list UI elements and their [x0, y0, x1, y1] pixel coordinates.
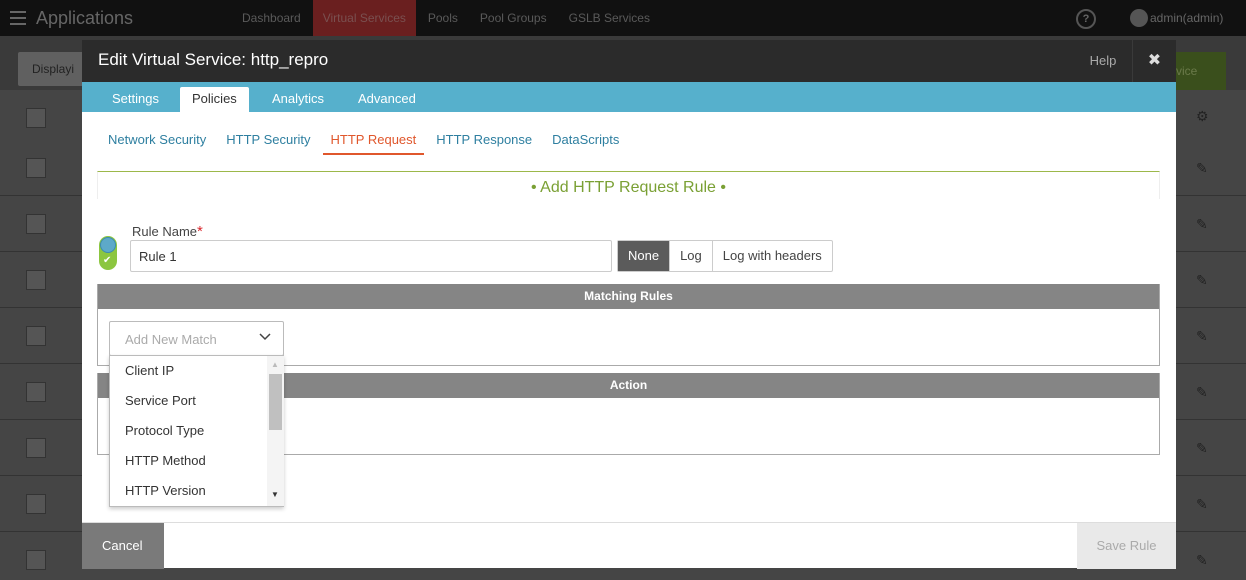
user-icon[interactable]: [1130, 9, 1148, 27]
subtab-http-response[interactable]: HTTP Response: [436, 132, 532, 155]
match-option-http-method[interactable]: HTTP Method: [110, 446, 283, 476]
tab-analytics[interactable]: Analytics: [260, 87, 336, 112]
nav-tab-dashboard[interactable]: Dashboard: [232, 0, 311, 36]
scrollbar-thumb[interactable]: [269, 374, 282, 430]
select-all-checkbox[interactable]: [26, 108, 46, 128]
row-checkbox[interactable]: [26, 270, 46, 290]
save-rule-button[interactable]: Save Rule: [1077, 523, 1176, 569]
rule-name-input[interactable]: [130, 240, 612, 272]
dropdown-scrollbar[interactable]: ▲ ▼: [267, 356, 284, 506]
subtab-http-request[interactable]: HTTP Request: [322, 132, 425, 155]
pencil-icon[interactable]: ✎: [1196, 384, 1208, 401]
subtab-http-security[interactable]: HTTP Security: [226, 132, 310, 155]
user-name[interactable]: admin(admin): [1150, 11, 1223, 25]
row-checkbox[interactable]: [26, 494, 46, 514]
nav-tab-gslb-services[interactable]: GSLB Services: [559, 0, 660, 36]
add-rule-header: • Add HTTP Request Rule •: [97, 171, 1160, 199]
top-navbar: Applications Dashboard Virtual Services …: [0, 0, 1246, 36]
tab-advanced[interactable]: Advanced: [346, 87, 428, 112]
log-option-log-with-headers[interactable]: Log with headers: [713, 241, 832, 271]
nav-tab-pools[interactable]: Pools: [418, 0, 468, 36]
edit-virtual-service-modal: Edit Virtual Service: http_repro Help ✖ …: [82, 40, 1176, 569]
match-option-service-port[interactable]: Service Port: [110, 386, 283, 416]
rule-name-label-text: Rule Name: [132, 224, 198, 239]
log-option-selector: None Log Log with headers: [617, 240, 833, 272]
row-checkbox[interactable]: [26, 438, 46, 458]
add-new-match-placeholder: Add New Match: [125, 332, 217, 347]
match-option-http-version[interactable]: HTTP Version: [110, 476, 283, 506]
scroll-up-icon[interactable]: ▲: [271, 360, 279, 369]
pencil-icon[interactable]: ✎: [1196, 440, 1208, 457]
chevron-down-icon: [258, 330, 272, 347]
modal-title: Edit Virtual Service: http_repro: [98, 50, 329, 69]
match-option-client-ip[interactable]: Client IP: [110, 356, 283, 386]
hamburger-icon[interactable]: [10, 11, 26, 25]
nav-tab-pool-groups[interactable]: Pool Groups: [470, 0, 557, 36]
match-options-dropdown: Client IP Service Port Protocol Type HTT…: [109, 355, 284, 507]
enable-toggle-icon[interactable]: ✔: [99, 236, 117, 270]
matching-rules-header: Matching Rules: [98, 284, 1159, 309]
add-new-match-select[interactable]: Add New Match: [109, 321, 284, 356]
help-button[interactable]: Help: [1075, 40, 1131, 82]
pencil-icon[interactable]: ✎: [1196, 272, 1208, 289]
pencil-icon[interactable]: ✎: [1196, 216, 1208, 233]
row-checkbox[interactable]: [26, 158, 46, 178]
check-icon: ✔: [103, 255, 112, 266]
tab-settings[interactable]: Settings: [100, 87, 171, 112]
display-button[interactable]: Displayi: [18, 52, 88, 86]
match-option-protocol-type[interactable]: Protocol Type: [110, 416, 283, 446]
nav-tabs: Dashboard Virtual Services Pools Pool Gr…: [232, 0, 662, 36]
row-checkbox[interactable]: [26, 382, 46, 402]
required-mark: *: [197, 223, 203, 240]
nav-tab-virtual-services[interactable]: Virtual Services: [312, 0, 416, 36]
cancel-button[interactable]: Cancel: [82, 523, 164, 569]
app-title: Applications: [36, 7, 134, 28]
log-option-log[interactable]: Log: [670, 241, 713, 271]
rule-name-label: Rule Name*: [132, 223, 203, 240]
subtab-network-security[interactable]: Network Security: [108, 132, 206, 155]
modal-tabbar: Settings Policies Analytics Advanced: [82, 82, 1176, 112]
toggle-knob: [100, 237, 116, 253]
scroll-down-icon[interactable]: ▼: [271, 490, 279, 499]
modal-footer: Cancel Save Rule: [82, 522, 1176, 569]
close-icon[interactable]: ✖: [1132, 40, 1176, 82]
pencil-icon[interactable]: ✎: [1196, 496, 1208, 513]
modal-header: Edit Virtual Service: http_repro Help ✖: [82, 40, 1176, 82]
tab-policies[interactable]: Policies: [180, 87, 249, 112]
row-checkbox[interactable]: [26, 550, 46, 570]
help-circle-icon[interactable]: ?: [1076, 9, 1096, 29]
row-checkbox[interactable]: [26, 214, 46, 234]
create-virtual-service-button[interactable]: vice: [1170, 52, 1226, 90]
log-option-none[interactable]: None: [618, 241, 671, 271]
pencil-icon[interactable]: ✎: [1196, 552, 1208, 569]
row-checkbox[interactable]: [26, 326, 46, 346]
policy-subtabs: Network Security HTTP Security HTTP Requ…: [108, 132, 639, 155]
gear-icon[interactable]: ⚙: [1196, 108, 1209, 125]
pencil-icon[interactable]: ✎: [1196, 328, 1208, 345]
pencil-icon[interactable]: ✎: [1196, 160, 1208, 177]
subtab-datascripts[interactable]: DataScripts: [552, 132, 619, 155]
